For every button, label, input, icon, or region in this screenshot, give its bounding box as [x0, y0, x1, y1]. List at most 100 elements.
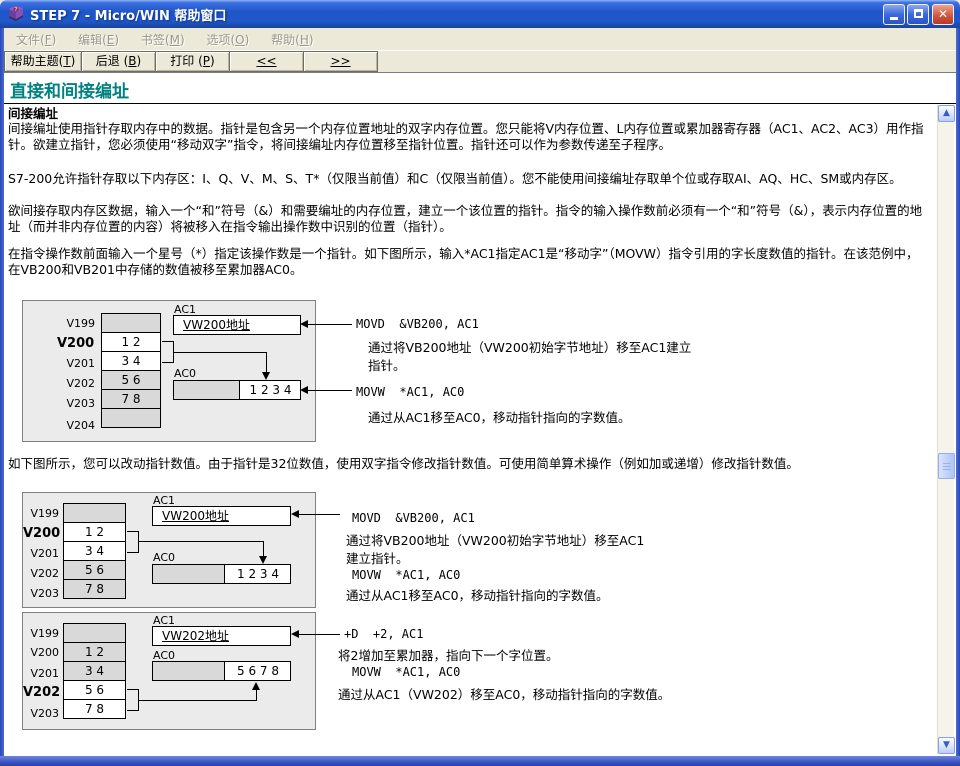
ac0-box: 1 2 3 4 [152, 564, 291, 584]
code-movw: MOVW *AC1, AC0 [356, 385, 464, 399]
mem-label: V200 [57, 336, 91, 351]
arrow-down-icon [262, 372, 270, 380]
pointer-line [139, 541, 263, 542]
annotation: 指针。 [368, 355, 406, 374]
code-movw: MOVW *AC1, AC0 [352, 568, 460, 582]
paragraph-3: 欲间接存取内存区数据，输入一个“和”符号（&）和需要编址的内存位置，建立一个该位… [8, 203, 926, 235]
button-bar: 帮助主题(T) 后退 (B) 打印 (P) << >> [4, 50, 956, 73]
nonscroll-header: 直接和间接编址 [4, 73, 956, 104]
paragraph-4: 在指令操作数前面输入一个星号（*）指定该操作数是一个指针。如下图所示，输入*AC… [8, 246, 926, 278]
mem-cell [101, 313, 161, 333]
arrow-left-icon [300, 386, 308, 394]
back-button[interactable]: 后退 (B) [81, 51, 156, 72]
ac1-box: VW200地址 [173, 315, 301, 335]
paragraph-2: S7-200允许指针存取以下内存区：I、Q、V、M、S、T*（仅限当前值）和C（… [8, 171, 926, 187]
mem-cell: 1 2 [101, 332, 161, 352]
svg-text:?: ? [14, 7, 17, 13]
code-movd: MOVD &VB200, AC1 [356, 317, 479, 331]
mem-cell [63, 623, 126, 643]
scroll-down-button[interactable]: ▼ [938, 737, 955, 754]
scrollbar-thumb[interactable] [938, 453, 955, 479]
minimize-icon [890, 17, 898, 20]
menu-bookmark[interactable]: 书签(M) [135, 28, 191, 51]
mem-label: V201 [25, 547, 59, 560]
mem-label: V199 [25, 507, 59, 520]
maximize-button[interactable] [907, 4, 929, 25]
mem-cell: 1 2 [63, 642, 126, 662]
mem-cell: 7 8 [63, 699, 126, 719]
ac0-box: 5 6 7 8 [152, 661, 291, 681]
word-bracket [127, 531, 139, 553]
ac0-label: AC0 [153, 551, 175, 564]
window-title: STEP 7 - Micro/WIN 帮助窗口 [30, 5, 226, 24]
thumb-grip-icon [943, 463, 951, 464]
subheading: 间接编址 [8, 106, 58, 122]
word-bracket [162, 341, 174, 363]
mem-label: V203 [25, 707, 59, 720]
browse-prev-button[interactable]: << [229, 51, 304, 72]
diagram-2a: V199 V200 V201 V202 V203 1 2 3 4 5 6 7 8… [22, 492, 316, 608]
mem-cell: 3 4 [63, 541, 126, 561]
close-button[interactable]: ✕ [932, 4, 954, 25]
mem-label: V202 [23, 685, 57, 700]
pointer-line [266, 352, 267, 373]
paragraph-5: 如下图所示，您可以改动指针数值。由于指针是32位数值，使用双字指令修改指针数值。… [8, 456, 926, 472]
callout-line [298, 634, 340, 635]
callout-line [308, 390, 352, 391]
mem-cell: 3 4 [63, 661, 126, 681]
mem-label: V200 [25, 646, 59, 659]
mem-label: V202 [25, 567, 59, 580]
menu-options[interactable]: 选项(O) [200, 28, 255, 51]
mem-label: V203 [25, 587, 59, 600]
window-border-right [956, 28, 960, 766]
browse-next-button[interactable]: >> [303, 51, 378, 72]
close-icon: ✕ [938, 7, 948, 21]
mem-cell: 5 6 [63, 680, 126, 700]
page-title: 直接和间接编址 [10, 77, 129, 102]
help-topics-button[interactable]: 帮助主题(T) [4, 51, 82, 72]
print-button[interactable]: 打印 (P) [155, 51, 230, 72]
minimize-button[interactable] [883, 4, 905, 25]
annotation: 建立指针。 [346, 548, 409, 567]
mem-cell: 7 8 [63, 579, 126, 599]
mem-cell: 1 2 [63, 522, 126, 542]
mem-label: V204 [61, 419, 95, 432]
scroll-down-icon: ▼ [943, 740, 950, 750]
help-content: 间接编址 间接编址使用指针存取内存中的数据。指针是包含另一个内存位置地址的双字内… [4, 104, 956, 756]
annotation: 通过从AC1（VW202）移至AC0，移动指针指向的字数值。 [338, 684, 670, 703]
mem-label: V200 [23, 526, 57, 541]
annotation: 通过将VB200地址（VW200初始字节地址）移至AC1 [346, 530, 644, 549]
mem-cell [63, 503, 126, 523]
menu-edit[interactable]: 编辑(E) [72, 28, 125, 51]
scroll-up-button[interactable]: ▲ [938, 105, 955, 122]
help-window: ? STEP 7 - Micro/WIN 帮助窗口 ✕ 文件(F) 编辑(E) … [0, 0, 960, 766]
menu-bar: 文件(F) 编辑(E) 书签(M) 选项(O) 帮助(H) [4, 28, 956, 50]
arrow-left-icon [300, 320, 308, 328]
title-bar[interactable]: ? STEP 7 - Micro/WIN 帮助窗口 ✕ [0, 0, 960, 28]
ac0-label: AC0 [174, 367, 196, 380]
maximize-icon [914, 9, 923, 18]
ac0-box: 1 2 3 4 [173, 380, 301, 400]
mem-label: V201 [25, 667, 59, 680]
code-movd: MOVD &VB200, AC1 [352, 511, 475, 525]
vertical-scrollbar[interactable]: ▲ ▼ [937, 105, 954, 754]
annotation: 通过从AC1移至AC0，移动指针指向的字数值。 [346, 585, 609, 604]
ac1-box: VW200地址 [152, 506, 291, 526]
pointer-line [263, 541, 264, 557]
arrow-left-icon [291, 510, 299, 518]
word-bracket [127, 689, 139, 711]
mem-cell: 3 4 [101, 351, 161, 371]
code-addd: +D +2, AC1 [344, 627, 423, 641]
arrow-left-icon [291, 630, 299, 638]
arrow-down-icon [259, 556, 267, 564]
arrow-up-icon [252, 682, 260, 690]
menu-help[interactable]: 帮助(H) [265, 28, 319, 51]
diagram-1: V199 V200 V201 V202 V203 V204 1 2 3 4 5 … [22, 300, 316, 442]
paragraph-1: 间接编址使用指针存取内存中的数据。指针是包含另一个内存位置地址的双字内存位置。您… [8, 121, 926, 153]
mem-label: V201 [61, 357, 95, 370]
scroll-up-icon: ▲ [943, 108, 950, 118]
menu-file[interactable]: 文件(F) [10, 28, 62, 51]
code-movw: MOVW *AC1, AC0 [352, 665, 460, 679]
callout-line [308, 324, 352, 325]
ac1-box: VW202地址 [152, 626, 291, 646]
